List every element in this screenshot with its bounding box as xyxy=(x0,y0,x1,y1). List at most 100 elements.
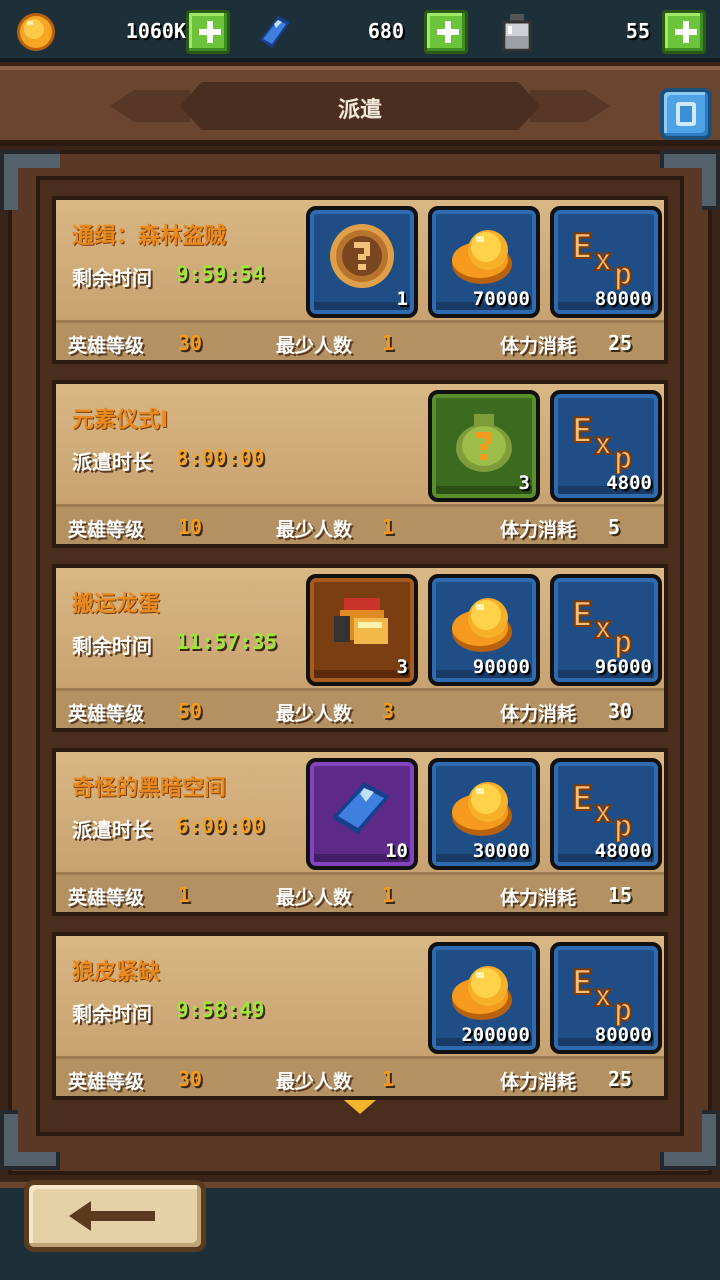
reward-slot[interactable]: 1 xyxy=(306,206,418,318)
gold-resource: 1060K xyxy=(14,6,234,56)
time-label: 剩余时间 xyxy=(72,266,152,290)
svg-text:x: x xyxy=(594,795,612,830)
gold-pile-icon xyxy=(446,220,522,290)
hero-level-label: 英雄等级 xyxy=(68,335,145,357)
gem-amount: 680 xyxy=(367,19,404,43)
stamina-cost-label: 体力消耗 xyxy=(500,519,577,541)
info-button[interactable] xyxy=(660,88,712,140)
stamina-cost-value: 15 xyxy=(608,883,633,907)
min-people-value: 3 xyxy=(382,699,395,723)
svg-text:p: p xyxy=(614,809,632,842)
resource-bar: 1060K 680 55 xyxy=(0,0,720,62)
reward-slot[interactable]: 10 xyxy=(306,758,418,870)
svg-text:E: E xyxy=(572,595,592,635)
quest-card[interactable]: 奇怪的黑暗空间 派遣时长 6:00:00 10 30000 Exp 48000 … xyxy=(52,748,668,916)
reward-quantity: 3 xyxy=(518,472,530,494)
min-people-value: 1 xyxy=(382,883,395,907)
min-people-label: 最少人数 xyxy=(276,519,353,541)
reward-quantity: 90000 xyxy=(472,656,530,678)
reward-slot[interactable]: 30000 xyxy=(428,758,540,870)
min-people-label: 最少人数 xyxy=(276,703,353,725)
quest-name: 狼皮紧缺 xyxy=(72,960,161,985)
time-label: 派遣时长 xyxy=(72,818,152,842)
gold-amount: 1060K xyxy=(125,19,186,43)
hero-level-value: 1 xyxy=(178,883,191,907)
page-title: 派遣 xyxy=(337,98,382,123)
stamina-amount: 55 xyxy=(625,19,650,43)
quest-card[interactable]: 通缉：森林盗贼 剩余时间 9:59:54 1 70000 Exp 80000 英… xyxy=(52,196,668,364)
quest-card-body: 元素仪式Ⅰ 派遣时长 8:00:00 3 Exp 4800 xyxy=(56,384,664,504)
quest-card-body: 搬运龙蛋 剩余时间 11:57:35 3 90000 Exp 96000 xyxy=(56,568,664,688)
min-people-label: 最少人数 xyxy=(276,887,353,909)
reward-slot[interactable]: Exp 80000 xyxy=(550,206,662,318)
reward-quantity: 48000 xyxy=(594,840,652,862)
quest-card[interactable]: 元素仪式Ⅰ 派遣时长 8:00:00 3 Exp 4800 英雄等级 10 最少… xyxy=(52,380,668,548)
time-value: 11:57:35 xyxy=(176,630,278,654)
quest-card-body: 狼皮紧缺 剩余时间 9:58:49 200000 Exp 80000 xyxy=(56,936,664,1056)
gem-resource: 680 xyxy=(252,6,472,56)
reward-slot[interactable]: 200000 xyxy=(428,942,540,1054)
svg-text:E: E xyxy=(572,411,592,451)
reward-quantity: 80000 xyxy=(594,288,652,310)
svg-text:x: x xyxy=(594,427,612,462)
min-people-value: 1 xyxy=(382,515,395,539)
quest-name: 元素仪式Ⅰ xyxy=(72,408,169,433)
reward-quantity: 10 xyxy=(385,840,408,862)
quest-name: 搬运龙蛋 xyxy=(72,592,161,617)
exp-icon: Exp xyxy=(568,588,644,661)
svg-text:x: x xyxy=(594,979,612,1014)
time-value: 9:59:54 xyxy=(176,262,265,286)
quest-requirements: 英雄等级 30 最少人数 1 体力消耗 25 xyxy=(56,1056,664,1096)
title-bar: 派遣 xyxy=(0,66,720,146)
gold-pile-icon xyxy=(446,588,522,658)
book-icon xyxy=(676,102,696,126)
gold-pile-icon xyxy=(446,956,522,1026)
reward-slot[interactable]: Exp 4800 xyxy=(550,390,662,502)
hero-level-value: 30 xyxy=(178,331,203,355)
svg-text:p: p xyxy=(614,257,632,290)
reward-slot[interactable]: Exp 48000 xyxy=(550,758,662,870)
stamina-resource: 55 xyxy=(496,6,710,56)
reward-slot[interactable]: 90000 xyxy=(428,574,540,686)
blue-gem-icon xyxy=(324,772,400,842)
hero-level-value: 10 xyxy=(178,515,203,539)
reward-slot[interactable]: 3 xyxy=(428,390,540,502)
mystery-coin-icon xyxy=(324,220,400,290)
exp-icon: Exp xyxy=(568,956,644,1029)
hero-level-value: 50 xyxy=(178,699,203,723)
quest-requirements: 英雄等级 30 最少人数 1 体力消耗 25 xyxy=(56,320,664,360)
stamina-cost-value: 30 xyxy=(608,699,633,723)
reward-slot[interactable]: 3 xyxy=(306,574,418,686)
hero-level-label: 英雄等级 xyxy=(68,1071,145,1093)
reward-slot[interactable]: Exp 96000 xyxy=(550,574,662,686)
back-button[interactable] xyxy=(24,1180,206,1252)
svg-text:E: E xyxy=(572,963,592,1003)
add-stamina-button[interactable] xyxy=(662,10,706,54)
svg-text:E: E xyxy=(572,227,592,267)
stamina-cost-label: 体力消耗 xyxy=(500,1071,577,1093)
add-gold-button[interactable] xyxy=(186,10,230,54)
quest-card[interactable]: 狼皮紧缺 剩余时间 9:58:49 200000 Exp 80000 英雄等级 … xyxy=(52,932,668,1100)
time-label: 剩余时间 xyxy=(72,1002,152,1026)
quest-card[interactable]: 搬运龙蛋 剩余时间 11:57:35 3 90000 Exp 96000 英雄等… xyxy=(52,564,668,732)
reward-quantity: 96000 xyxy=(594,656,652,678)
svg-text:x: x xyxy=(594,243,612,278)
reward-quantity: 1 xyxy=(396,288,408,310)
reward-quantity: 4800 xyxy=(606,472,652,494)
stamina-cost-value: 5 xyxy=(608,515,621,539)
mystery-bag-icon xyxy=(446,404,522,474)
svg-text:p: p xyxy=(614,625,632,658)
add-gems-button[interactable] xyxy=(424,10,468,54)
stamina-cost-value: 25 xyxy=(608,1067,633,1091)
reward-slot[interactable]: 70000 xyxy=(428,206,540,318)
equipment-chest-icon xyxy=(324,588,400,658)
exp-icon: Exp xyxy=(568,772,644,845)
time-value: 8:00:00 xyxy=(176,446,265,470)
min-people-value: 1 xyxy=(382,331,395,355)
hero-level-value: 30 xyxy=(178,1067,203,1091)
hero-level-label: 英雄等级 xyxy=(68,703,145,725)
stamina-cost-label: 体力消耗 xyxy=(500,335,577,357)
time-value: 6:00:00 xyxy=(176,814,265,838)
exp-icon: Exp xyxy=(568,404,644,477)
reward-slot[interactable]: Exp 80000 xyxy=(550,942,662,1054)
